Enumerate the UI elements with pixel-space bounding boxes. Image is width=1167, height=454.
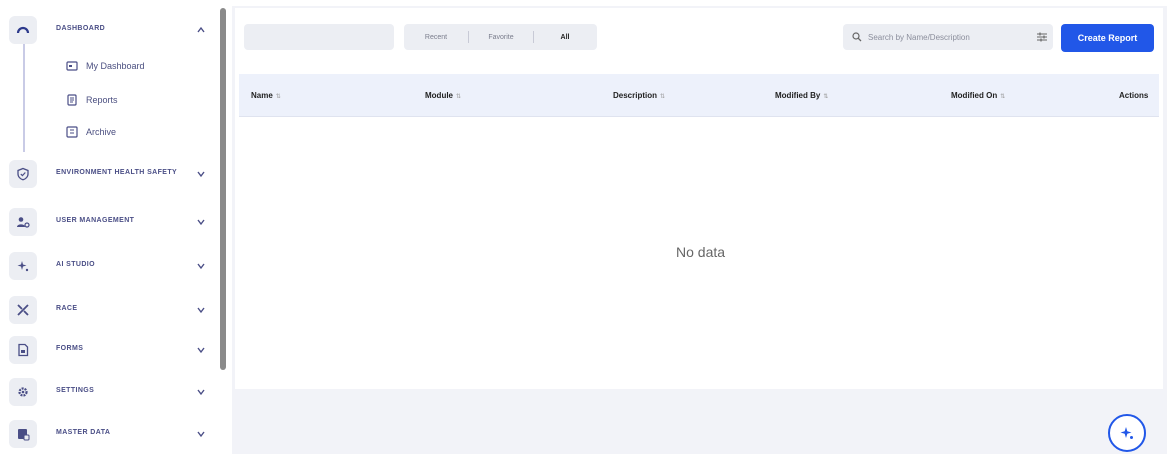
sidebar-section-environment-health-safety[interactable]: ENVIRONMENT HEALTH SAFETY: [0, 156, 222, 192]
column-label: Modified By: [775, 91, 821, 100]
sidebar-section-user-management[interactable]: USER MANAGEMENT: [0, 204, 222, 240]
filter-settings-icon[interactable]: [1036, 31, 1048, 43]
column-header-modified-on[interactable]: Modified On ⇅: [951, 91, 1005, 100]
sidebar-section-label: RACE: [56, 305, 78, 312]
sidebar-section-label: AI STUDIO: [56, 261, 95, 268]
shield-icon: [9, 160, 37, 188]
sidebar-item-label: Archive: [86, 127, 117, 137]
sort-icon[interactable]: ⇅: [660, 94, 665, 100]
search-box: [843, 24, 1053, 50]
chevron-down-icon[interactable]: [196, 429, 206, 439]
sidebar-item-reports[interactable]: Reports: [66, 90, 118, 110]
database-icon: [9, 420, 37, 448]
tab-favorite[interactable]: Favorite: [469, 34, 533, 41]
table-header: Name ⇅ Module ⇅ Description ⇅ Modified By ⇅ …: [239, 74, 1159, 117]
sidebar-item-label: My Dashboard: [86, 61, 145, 71]
tab-all[interactable]: All: [534, 34, 596, 41]
sidebar-section-label: MASTER DATA: [56, 429, 111, 436]
sidebar-section-label: SETTINGS: [56, 387, 95, 394]
gear-icon: [9, 378, 37, 406]
chevron-down-icon[interactable]: [196, 169, 206, 179]
ai-assistant-button[interactable]: [1108, 414, 1146, 452]
sort-icon[interactable]: ⇅: [456, 94, 461, 100]
column-header-actions: Actions: [1119, 91, 1149, 100]
sidebar-section-label: DASHBOARD: [56, 25, 106, 32]
sort-icon[interactable]: ⇅: [1000, 94, 1005, 100]
search-input[interactable]: [866, 31, 1030, 43]
chevron-down-icon[interactable]: [196, 261, 206, 271]
sidebar-section-label: USER MANAGEMENT: [56, 217, 135, 224]
create-report-button[interactable]: Create Report: [1061, 24, 1154, 52]
sidebar-section-forms[interactable]: FORMS: [0, 332, 222, 368]
sidebar-section-label: ENVIRONMENT HEALTH SAFETY: [56, 169, 178, 176]
sidebar-scrollbar[interactable]: [220, 8, 226, 370]
sidebar-item-my-dashboard[interactable]: My Dashboard: [66, 56, 145, 76]
archive-icon: [66, 126, 78, 138]
sidebar-section-master-data[interactable]: MASTER DATA: [0, 416, 222, 452]
sidebar-section-dashboard[interactable]: DASHBOARD: [0, 12, 222, 48]
tab-recent[interactable]: Recent: [404, 34, 468, 41]
form-icon: [9, 336, 37, 364]
user-gear-icon: [9, 208, 37, 236]
chevron-down-icon[interactable]: [196, 217, 206, 227]
column-header-modified-by[interactable]: Modified By ⇅: [775, 91, 828, 100]
chevron-down-icon[interactable]: [196, 305, 206, 315]
sparkle-icon: [9, 252, 37, 280]
chevron-down-icon[interactable]: [196, 387, 206, 397]
report-icon: [67, 94, 77, 106]
chevron-up-icon[interactable]: [196, 25, 206, 35]
empty-state-text: No data: [676, 244, 726, 260]
column-header-name[interactable]: Name ⇅: [251, 91, 281, 100]
column-label: Name: [251, 91, 273, 100]
sidebar-section-race[interactable]: RACE: [0, 292, 222, 328]
reports-panel: Recent Favorite All Create Report Name⇅ …: [235, 8, 1163, 389]
chevron-down-icon[interactable]: [196, 345, 206, 355]
sidebar-item-label: Reports: [86, 95, 118, 105]
column-label: Description: [613, 91, 658, 100]
column-label: Module: [425, 91, 453, 100]
sidebar-section-label: FORMS: [56, 345, 84, 352]
sidebar-section-ai-studio[interactable]: AI STUDIO: [0, 248, 222, 284]
column-header-description[interactable]: Description ⇅: [613, 91, 665, 100]
dashboard-tree-line: [23, 36, 25, 152]
tools-icon: [9, 296, 37, 324]
sparkle-icon: [1120, 427, 1133, 439]
column-header-module[interactable]: Module ⇅: [425, 91, 461, 100]
sort-icon[interactable]: ⇅: [823, 94, 828, 100]
gauge-icon: [9, 16, 37, 44]
monitor-icon: [66, 61, 78, 71]
sidebar-section-settings[interactable]: SETTINGS: [0, 374, 222, 410]
search-icon: [852, 32, 862, 42]
view-tabs: Recent Favorite All: [404, 24, 597, 50]
sort-icon[interactable]: ⇅: [276, 94, 281, 100]
main-content: Recent Favorite All Create Report Name⇅ …: [232, 6, 1167, 454]
sidebar: DASHBOARD My Dashboard Reports Archive E…: [0, 0, 222, 454]
sidebar-item-archive[interactable]: Archive: [66, 122, 116, 142]
column-label: Modified On: [951, 91, 998, 100]
filter-box[interactable]: [244, 24, 394, 50]
